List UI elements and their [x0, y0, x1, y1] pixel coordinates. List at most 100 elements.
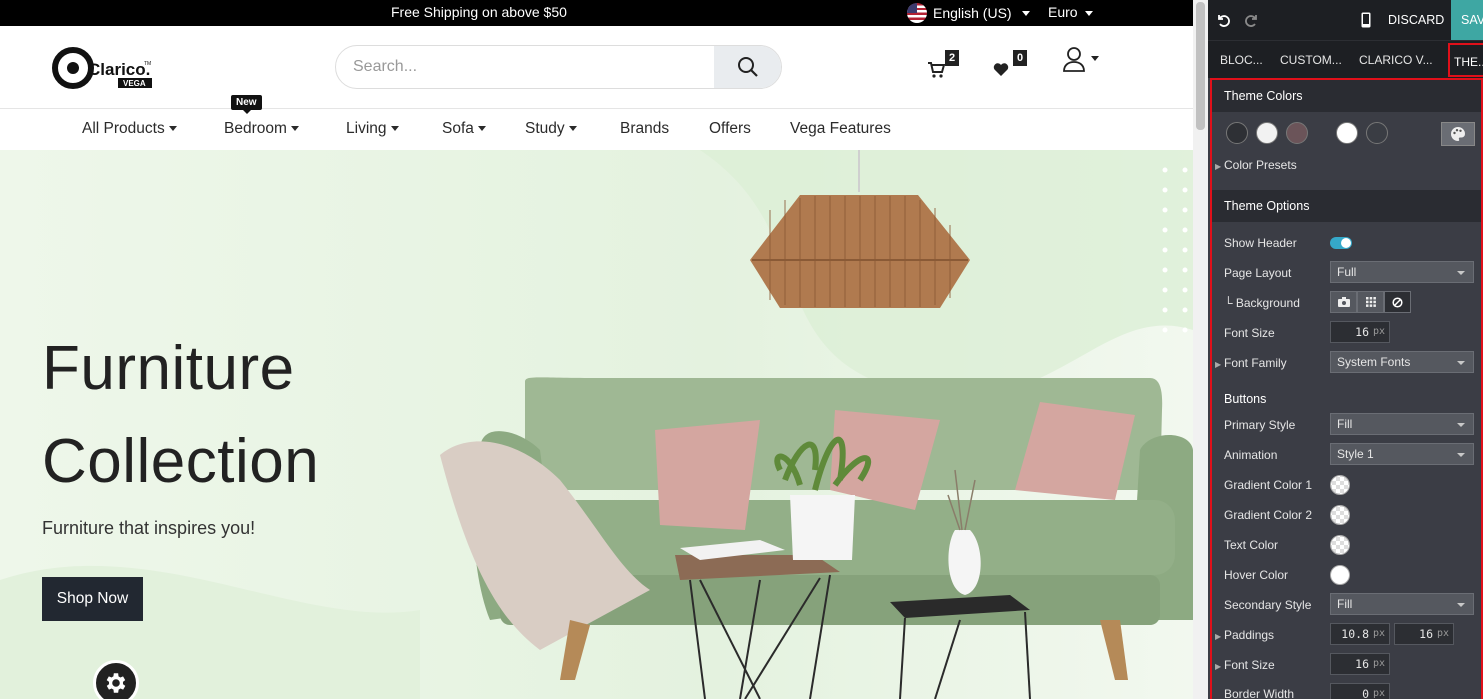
font-size-label: Font Size	[1224, 326, 1275, 340]
text-color-label: Text Color	[1224, 538, 1279, 552]
scrollbar-thumb[interactable]	[1196, 2, 1205, 130]
theme-options-body: Theme Colors ▶ Color Presets Theme Optio…	[1210, 78, 1483, 699]
font-size-input[interactable]: 16 px	[1330, 321, 1390, 343]
nav-living[interactable]: Living	[346, 120, 399, 138]
color-presets-toggle[interactable]: Color Presets	[1224, 158, 1297, 172]
user-icon	[1063, 47, 1085, 72]
border-width-label: Border Width	[1224, 687, 1295, 699]
logo-mark: Clarico. TM VEGA	[52, 47, 152, 89]
shipping-notice: Free Shipping on above $50	[391, 4, 567, 20]
search-icon	[737, 57, 758, 77]
search-input[interactable]	[336, 46, 716, 88]
background-label: └ Background	[1224, 296, 1300, 310]
logo-text: Clarico.	[88, 60, 150, 79]
padding-y-input[interactable]: 10.8 px	[1330, 623, 1390, 645]
new-badge: New	[231, 95, 262, 114]
wishlist-button[interactable]: 0	[993, 50, 1027, 82]
animation-select[interactable]: Style 1	[1330, 443, 1474, 465]
border-width-input[interactable]: 0 px	[1330, 683, 1390, 699]
color-swatch-1[interactable]	[1226, 122, 1248, 144]
secondary-style-label: Secondary Style	[1224, 598, 1312, 612]
cart-button[interactable]: 2	[927, 50, 959, 83]
padding-x-input[interactable]: 16 px	[1394, 623, 1454, 645]
nav-all-products[interactable]: All Products	[82, 120, 177, 138]
shop-now-button[interactable]: Shop Now	[42, 577, 143, 621]
primary-style-select[interactable]: Fill	[1330, 413, 1474, 435]
theme-colors-header: Theme Colors	[1212, 80, 1481, 112]
gradient-color-1-picker[interactable]	[1330, 475, 1350, 495]
main-navigation: All Products New Bedroom Living Sofa Stu…	[0, 95, 1193, 150]
nav-vega-features[interactable]: Vega Features	[790, 120, 891, 138]
hover-color-label: Hover Color	[1224, 568, 1289, 582]
nav-study[interactable]: Study	[525, 120, 577, 138]
button-font-size-input[interactable]: 16 px	[1330, 653, 1390, 675]
user-menu[interactable]	[1063, 46, 1099, 77]
hero-subtitle: Furniture that inspires you!	[42, 518, 256, 538]
mobile-preview-icon[interactable]	[1361, 12, 1371, 28]
color-swatch-2[interactable]	[1256, 122, 1278, 144]
editor-panel: DISCARD SAV BLOC... CUSTOM... CLARICO V.…	[1208, 0, 1483, 699]
tab-clarico-vega[interactable]: CLARICO V...	[1359, 53, 1433, 67]
heart-icon	[993, 63, 1009, 76]
gradient-color-2-picker[interactable]	[1330, 505, 1350, 525]
currency-selector[interactable]: Euro	[1048, 4, 1094, 20]
nav-brands[interactable]: Brands	[620, 120, 669, 138]
cart-icon	[928, 62, 946, 78]
gradient-color-2-label: Gradient Color 2	[1224, 508, 1313, 522]
tab-blocks[interactable]: BLOC...	[1220, 53, 1263, 67]
hero-banner: Furniture Collection Furniture that insp…	[0, 150, 1193, 699]
hero-title-line2: Collection	[42, 427, 320, 496]
announcement-bar: Free Shipping on above $50 English (US) …	[0, 0, 1193, 26]
animation-label: Animation	[1224, 448, 1278, 462]
hover-color-picker[interactable]	[1330, 565, 1350, 585]
discard-button[interactable]: DISCARD	[1388, 13, 1444, 27]
background-image-button[interactable]	[1330, 291, 1357, 313]
logo-subtext: VEGA	[123, 79, 146, 88]
color-swatch-4[interactable]	[1336, 122, 1358, 144]
search-bar	[335, 45, 782, 89]
nav-bedroom[interactable]: Bedroom	[224, 120, 299, 138]
editor-tabs: BLOC... CUSTOM... CLARICO V... THE...	[1208, 40, 1483, 78]
color-swatch-3[interactable]	[1286, 122, 1308, 144]
tab-customize[interactable]: CUSTOM...	[1280, 53, 1342, 67]
expand-arrow-icon: ▶	[1215, 162, 1222, 171]
nav-offers[interactable]: Offers	[709, 120, 751, 138]
chevron-down-icon	[1021, 10, 1030, 16]
save-button[interactable]: SAV	[1451, 0, 1483, 40]
clarico-logo[interactable]: Clarico. TM VEGA	[52, 45, 156, 91]
search-button[interactable]	[714, 46, 781, 88]
font-family-label[interactable]: Font Family	[1224, 356, 1287, 370]
color-swatch-5[interactable]	[1366, 122, 1388, 144]
chevron-down-icon	[477, 126, 486, 132]
secondary-style-select[interactable]: Fill	[1330, 593, 1474, 615]
palette-button[interactable]	[1441, 122, 1475, 146]
theme-options-header: Theme Options	[1212, 190, 1481, 222]
nav-sofa[interactable]: Sofa	[442, 120, 486, 138]
site-header: Clarico. TM VEGA 2	[0, 26, 1193, 109]
tab-theme[interactable]: THE...	[1448, 43, 1483, 77]
cart-count-badge: 2	[945, 50, 959, 66]
currency-label: Euro	[1048, 4, 1078, 20]
language-label: English (US)	[933, 5, 1012, 21]
us-flag-icon	[907, 3, 927, 23]
background-pattern-button[interactable]	[1357, 291, 1384, 313]
ban-icon	[1392, 296, 1403, 308]
undo-icon[interactable]	[1216, 13, 1230, 27]
page-scrollbar[interactable]	[1193, 0, 1208, 699]
background-none-button[interactable]	[1384, 291, 1411, 313]
camera-icon	[1337, 297, 1350, 307]
font-family-select[interactable]: System Fonts	[1330, 351, 1474, 373]
primary-style-label: Primary Style	[1224, 418, 1296, 432]
button-font-size-label[interactable]: Font Size	[1224, 658, 1275, 672]
gear-icon	[106, 673, 126, 693]
text-color-picker[interactable]	[1330, 535, 1350, 555]
buttons-section-title: Buttons	[1224, 392, 1267, 406]
page-layout-label: Page Layout	[1224, 266, 1292, 280]
chevron-down-icon	[1091, 56, 1099, 61]
settings-button[interactable]	[93, 660, 139, 699]
language-selector[interactable]: English (US)	[907, 3, 1030, 23]
page-layout-select[interactable]: Full	[1330, 261, 1474, 283]
redo-icon[interactable]	[1245, 13, 1259, 27]
paddings-label[interactable]: Paddings	[1224, 628, 1274, 642]
show-header-toggle[interactable]	[1330, 237, 1352, 249]
